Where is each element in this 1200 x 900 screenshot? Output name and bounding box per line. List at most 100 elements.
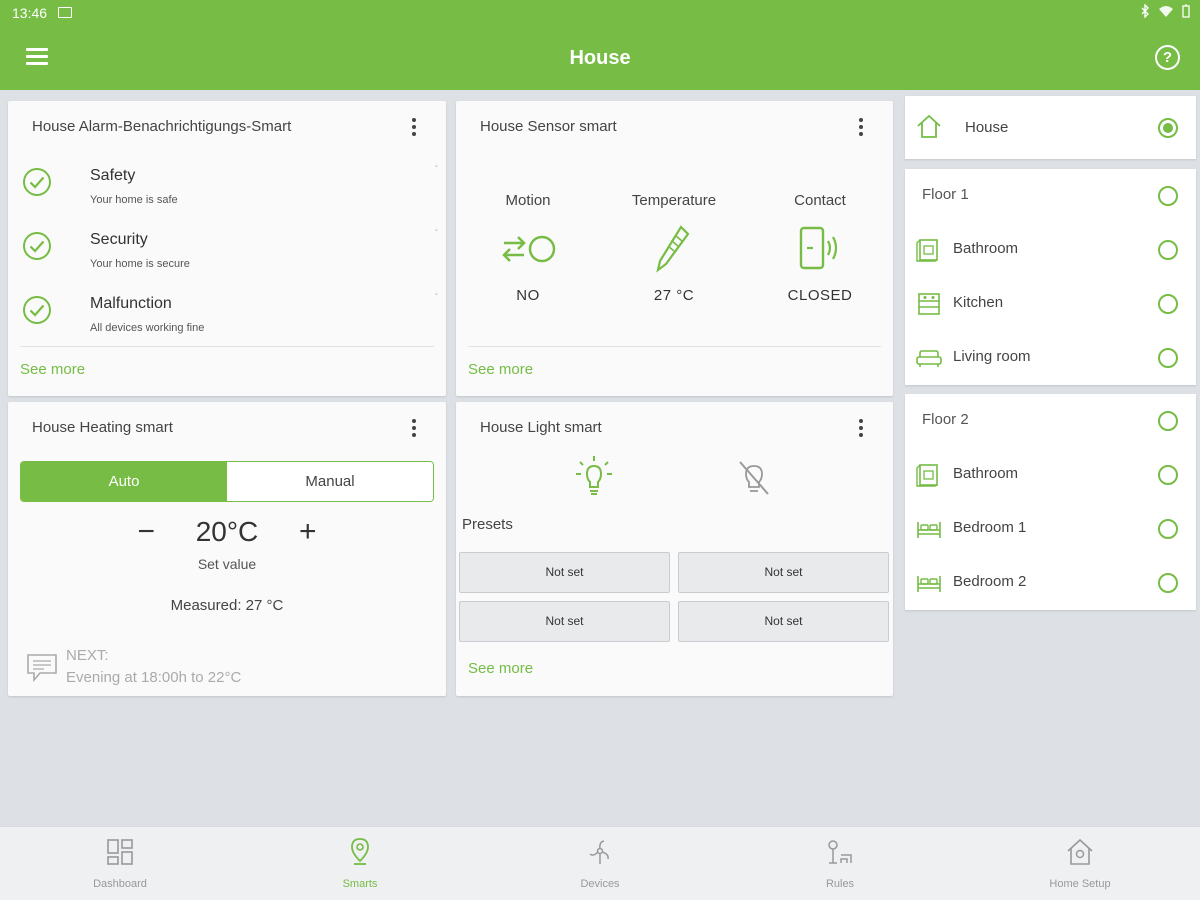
- sensor-card: House Sensor smart Motion NO Temperature…: [456, 101, 893, 396]
- nav-label: Devices: [580, 878, 620, 890]
- room-label: Bathroom: [953, 465, 1019, 482]
- sensor-label: Motion: [505, 192, 551, 209]
- alarm-item-name: Malfunction: [90, 295, 172, 312]
- room-item-bathroom[interactable]: Bathroom: [905, 448, 1196, 502]
- preset-button[interactable]: Not set: [459, 552, 670, 593]
- rules-icon: [828, 840, 852, 864]
- alarm-card: House Alarm-Benachrichtigungs-Smart Safe…: [8, 101, 446, 396]
- room-label: Kitchen: [953, 294, 1004, 311]
- motion-icon: [502, 235, 556, 263]
- set-temperature: 20°C: [195, 516, 259, 547]
- status-bar: 13:46: [0, 0, 1200, 26]
- decrease-temp-button[interactable]: −: [131, 515, 161, 549]
- sensor-label: Temperature: [631, 192, 717, 209]
- temperature-stepper: − 20°C +: [8, 515, 446, 549]
- alarm-item-marker: -: [434, 225, 438, 236]
- heating-card-title: House Heating smart: [32, 419, 173, 436]
- sensor-motion: Motion NO: [458, 192, 598, 304]
- nav-devices[interactable]: Devices: [480, 827, 720, 900]
- bluetooth-icon: [1141, 4, 1149, 18]
- radio-button[interactable]: [1158, 294, 1178, 314]
- sensor-value: NO: [516, 287, 540, 304]
- light-card-more-icon[interactable]: [853, 419, 869, 439]
- room-item-kitchen[interactable]: Kitchen: [905, 277, 1196, 331]
- radio-button[interactable]: [1158, 573, 1178, 593]
- alarm-item-subtitle: All devices working fine: [90, 322, 205, 334]
- increase-temp-button[interactable]: +: [293, 515, 323, 549]
- nav-label: Rules: [825, 878, 855, 890]
- sensor-value: 27 °C: [653, 287, 695, 304]
- nav-label: Home Setup: [1049, 878, 1111, 890]
- check-circle-icon: [23, 168, 51, 196]
- radio-button[interactable]: [1158, 465, 1178, 485]
- room-label: Bedroom 1: [953, 519, 1027, 536]
- check-circle-icon: [23, 296, 51, 324]
- next-schedule-value: Evening at 18:00h to 22°C: [66, 669, 242, 686]
- mode-auto-button[interactable]: Auto: [21, 462, 227, 501]
- dashboard-icon: [107, 839, 133, 865]
- help-icon[interactable]: ?: [1155, 45, 1180, 70]
- measured-temperature: Measured: 27 °C: [170, 597, 284, 614]
- radio-button[interactable]: [1158, 348, 1178, 368]
- alarm-item-marker: -: [434, 161, 438, 172]
- preset-button[interactable]: Not set: [459, 601, 670, 642]
- preset-button[interactable]: Not set: [678, 552, 889, 593]
- floor-label: Floor 1: [922, 186, 969, 203]
- floor-item-2[interactable]: Floor 2: [905, 394, 1196, 448]
- light-card: House Light smart Presets Not set Not se…: [456, 402, 893, 696]
- heating-mode-toggle: Auto Manual: [20, 461, 434, 502]
- next-schedule-label: NEXT:: [66, 647, 109, 664]
- home-setup-icon: [1067, 838, 1093, 865]
- radio-button[interactable]: [1158, 240, 1178, 260]
- room-item-bedroom-2[interactable]: Bedroom 2: [905, 556, 1196, 610]
- alarm-item-name: Safety: [90, 167, 136, 184]
- nav-smarts[interactable]: Smarts: [240, 827, 480, 900]
- sensor-label: Contact: [794, 192, 846, 209]
- alarm-see-more-link[interactable]: See more: [20, 361, 85, 378]
- bathroom-icon: [916, 239, 938, 262]
- alarm-item-name: Security: [90, 231, 148, 248]
- nav-dashboard[interactable]: Dashboard: [0, 827, 240, 900]
- presets-label: Presets: [462, 516, 513, 533]
- heating-card-more-icon[interactable]: [406, 419, 422, 439]
- sensor-card-more-icon[interactable]: [853, 118, 869, 138]
- house-icon: [917, 114, 941, 138]
- sensor-card-title: House Sensor smart: [480, 118, 617, 135]
- sensor-see-more-link[interactable]: See more: [468, 361, 533, 378]
- floor-item-1[interactable]: Floor 1: [905, 169, 1196, 223]
- nav-home-setup[interactable]: Home Setup: [960, 827, 1200, 900]
- nav-rules[interactable]: Rules: [720, 827, 960, 900]
- status-time: 13:46: [12, 5, 48, 21]
- room-item-living-room[interactable]: Living room: [905, 331, 1196, 385]
- set-value-label: Set value: [197, 556, 257, 572]
- bathroom-icon: [916, 464, 938, 487]
- radio-button[interactable]: [1158, 186, 1178, 206]
- floor-label: Floor 2: [922, 411, 969, 428]
- room-item-bedroom-1[interactable]: Bedroom 1: [905, 502, 1196, 556]
- mode-manual-button[interactable]: Manual: [227, 462, 433, 501]
- house-selector: House: [905, 96, 1196, 159]
- radio-button[interactable]: [1158, 118, 1178, 138]
- preset-button[interactable]: Not set: [678, 601, 889, 642]
- sofa-icon: [916, 350, 942, 367]
- alarm-item-security: Security Your home is secure -: [22, 225, 442, 291]
- door-contact-icon: [799, 226, 838, 270]
- battery-icon: [1182, 4, 1190, 18]
- sensor-contact: Contact CLOSED: [750, 192, 890, 304]
- alarm-item-subtitle: Your home is secure: [90, 258, 190, 270]
- light-on-icon[interactable]: [574, 454, 614, 498]
- kitchen-icon: [918, 293, 940, 315]
- nav-label: Dashboard: [93, 878, 147, 890]
- room-item-house[interactable]: House: [905, 96, 1196, 159]
- image-icon: [58, 7, 72, 18]
- sensor-temperature: Temperature 27 °C: [604, 192, 744, 304]
- radio-button[interactable]: [1158, 519, 1178, 539]
- light-off-icon[interactable]: [736, 458, 772, 498]
- light-see-more-link[interactable]: See more: [468, 660, 533, 677]
- room-item-bathroom[interactable]: Bathroom: [905, 223, 1196, 277]
- alarm-card-more-icon[interactable]: [406, 118, 422, 138]
- alarm-item-safety: Safety Your home is safe -: [22, 161, 442, 227]
- radio-button[interactable]: [1158, 411, 1178, 431]
- room-label: Living room: [953, 348, 1031, 365]
- sensor-value: CLOSED: [787, 287, 853, 304]
